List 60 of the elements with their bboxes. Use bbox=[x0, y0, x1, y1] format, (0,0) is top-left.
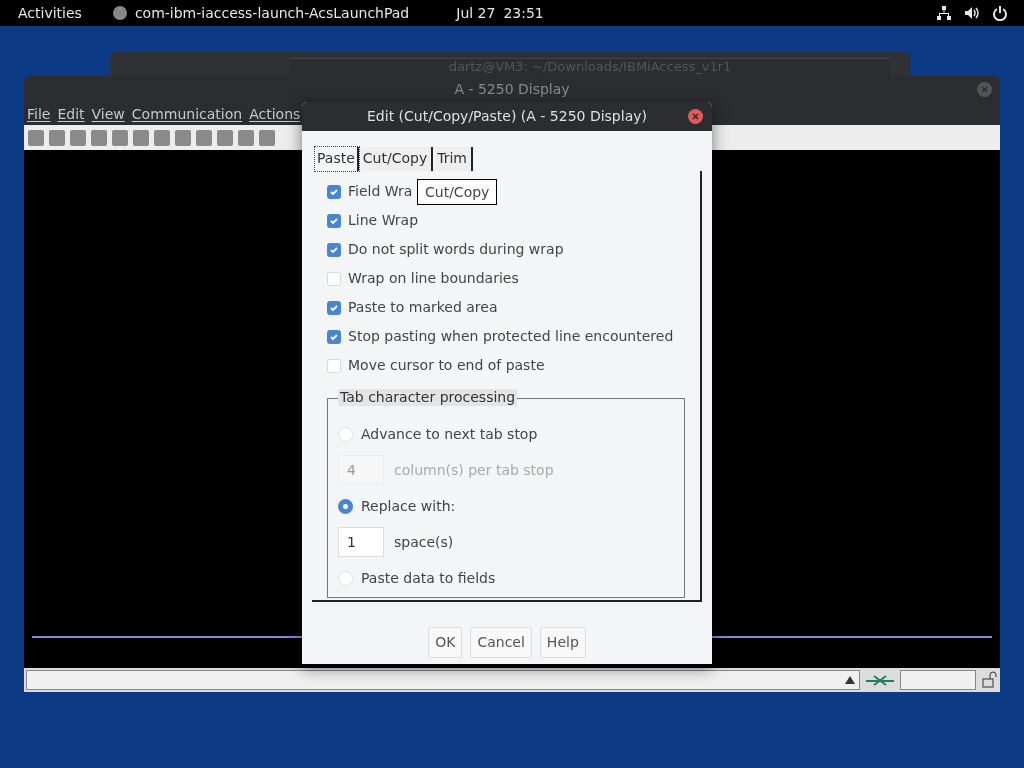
toolbar-icon[interactable] bbox=[238, 129, 254, 146]
toolbar-icon[interactable] bbox=[112, 129, 128, 146]
toolbar-icon[interactable] bbox=[49, 129, 65, 146]
dialog-title: Edit (Cut/Copy/Paste) (A - 5250 Display) bbox=[367, 107, 647, 126]
checkbox[interactable] bbox=[327, 184, 341, 199]
checkbox-label: Stop pasting when protected line encountered bbox=[348, 327, 674, 346]
toolbar-icon[interactable] bbox=[196, 129, 212, 146]
activities-button[interactable]: Activities bbox=[18, 2, 82, 24]
dialog-button[interactable]: OK bbox=[428, 627, 463, 658]
connection-icon bbox=[864, 672, 896, 688]
toolbar-icon[interactable] bbox=[217, 129, 233, 146]
menu-item[interactable]: Communication bbox=[131, 103, 243, 125]
checkbox[interactable] bbox=[327, 213, 341, 228]
network-icon[interactable] bbox=[936, 5, 952, 21]
radio-label: Replace with: bbox=[361, 496, 456, 516]
radio-label: Advance to next tab stop bbox=[361, 424, 538, 444]
close-icon[interactable] bbox=[688, 109, 703, 124]
checkbox[interactable] bbox=[327, 300, 341, 315]
menu-item[interactable]: Edit bbox=[57, 103, 85, 125]
up-arrow-icon[interactable] bbox=[845, 676, 855, 684]
toolbar-icon[interactable] bbox=[259, 129, 275, 146]
checkbox[interactable] bbox=[327, 242, 341, 257]
tab[interactable]: Trim bbox=[435, 147, 473, 171]
volume-icon[interactable] bbox=[964, 5, 980, 21]
field-label: column(s) per tab stop bbox=[394, 460, 554, 480]
group-title: Tab character processing bbox=[338, 389, 518, 406]
radio-button[interactable] bbox=[338, 570, 353, 586]
toolbar-icon[interactable] bbox=[28, 129, 44, 146]
dialog-button[interactable]: Cancel bbox=[470, 627, 532, 658]
close-icon[interactable] bbox=[977, 82, 992, 97]
radio-button[interactable] bbox=[338, 498, 353, 514]
toolbar-icon[interactable] bbox=[70, 129, 86, 146]
tooltip: Cut/Copy bbox=[417, 179, 498, 205]
checkbox-label: Paste to marked area bbox=[348, 298, 498, 317]
app-name[interactable]: com-ibm-iaccess-launch-AcsLaunchPad bbox=[134, 2, 410, 24]
toolbar-icon[interactable] bbox=[91, 129, 107, 146]
clock[interactable]: Jul 27 23:51 bbox=[456, 2, 544, 24]
radio-button[interactable] bbox=[338, 426, 353, 442]
checkbox-label: Field Wra bbox=[348, 182, 413, 201]
dialog-button[interactable]: Help bbox=[539, 627, 586, 658]
toolbar-icon[interactable] bbox=[133, 129, 149, 146]
checkbox-label: Wrap on line boundaries bbox=[348, 269, 519, 288]
checkbox-label: Do not split words during wrap bbox=[348, 240, 564, 259]
checkbox-label: Move cursor to end of paste bbox=[348, 356, 545, 375]
checkbox[interactable] bbox=[327, 329, 341, 344]
menu-item[interactable]: View bbox=[91, 103, 125, 125]
menu-item[interactable]: File bbox=[27, 103, 51, 125]
app-icon bbox=[112, 6, 127, 20]
toolbar-icon[interactable] bbox=[154, 129, 170, 146]
lock-icon bbox=[980, 671, 998, 689]
field-label: space(s) bbox=[394, 532, 454, 552]
number-field[interactable]: 1 bbox=[338, 527, 384, 557]
window-title: A - 5250 Display bbox=[454, 80, 570, 99]
radio-label: Paste data to fields bbox=[361, 568, 496, 588]
tab[interactable]: Cut/Copy bbox=[360, 147, 434, 171]
power-icon[interactable] bbox=[992, 5, 1008, 21]
menu-item[interactable]: Actions bbox=[249, 103, 301, 125]
toolbar-icon[interactable] bbox=[175, 129, 191, 146]
checkbox-label: Line Wrap bbox=[348, 211, 419, 230]
tab[interactable]: Paste bbox=[315, 147, 359, 171]
